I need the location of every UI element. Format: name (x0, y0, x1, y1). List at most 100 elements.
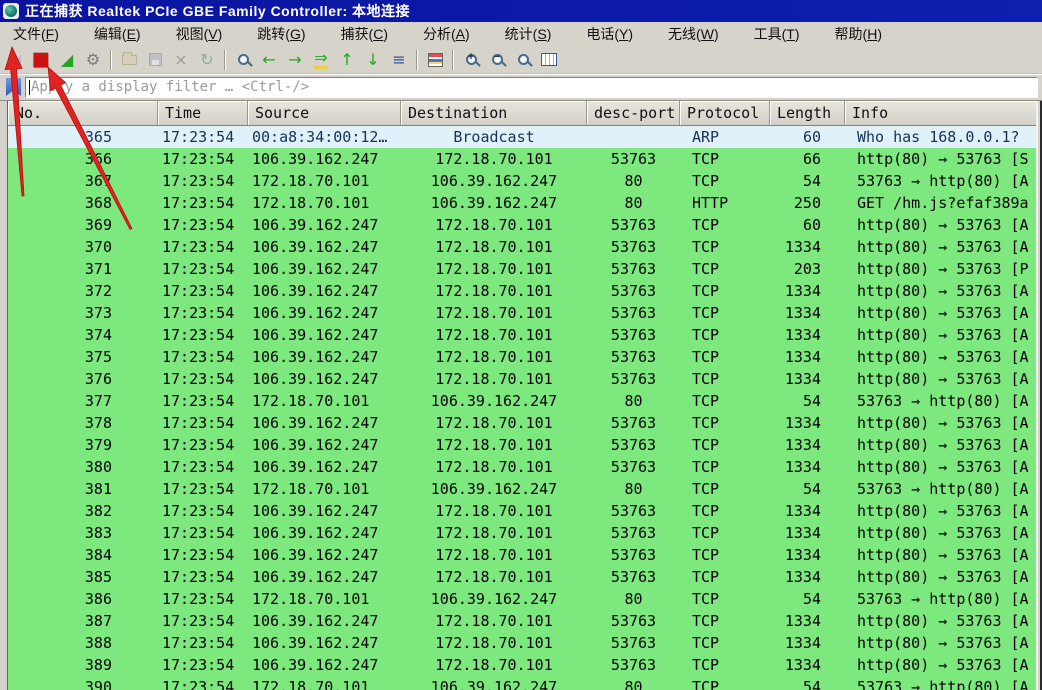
packet-row-387[interactable]: 38717:23:54106.39.162.247172.18.70.10153… (8, 610, 1036, 632)
cell-port: 80 (587, 588, 680, 610)
column-header-time[interactable]: Time (158, 101, 248, 125)
packet-row-374[interactable]: 37417:23:54106.39.162.247172.18.70.10153… (8, 324, 1036, 346)
packet-row-389[interactable]: 38917:23:54106.39.162.247172.18.70.10153… (8, 654, 1036, 676)
go-to-packet-button[interactable]: ⇒ (308, 48, 334, 72)
cell-info: 53763 → http(80) [A (845, 478, 1036, 500)
find-packet-button[interactable] (230, 48, 256, 72)
column-header-source[interactable]: Source (248, 101, 401, 125)
menu-item-4[interactable]: 跳转(G) (248, 22, 314, 46)
cell-length: 1334 (770, 544, 845, 566)
packet-row-384[interactable]: 38417:23:54106.39.162.247172.18.70.10153… (8, 544, 1036, 566)
go-forward-button[interactable]: → (282, 48, 308, 72)
packet-row-372[interactable]: 37217:23:54106.39.162.247172.18.70.10153… (8, 280, 1036, 302)
packet-row-388[interactable]: 38817:23:54106.39.162.247172.18.70.10153… (8, 632, 1036, 654)
save-file-button (142, 48, 168, 72)
zoom-original-button[interactable] (510, 48, 536, 72)
cell-destination: 172.18.70.101 (401, 368, 587, 390)
column-header-info[interactable]: Info (845, 101, 1036, 125)
packet-row-370[interactable]: 37017:23:54106.39.162.247172.18.70.10153… (8, 236, 1036, 258)
menu-item-2[interactable]: 编辑(E) (85, 22, 150, 46)
cell-info: Who has 168.0.0.1? (845, 126, 1036, 148)
packet-row-373[interactable]: 37317:23:54106.39.162.247172.18.70.10153… (8, 302, 1036, 324)
cell-port: 80 (587, 676, 680, 690)
resize-columns-button[interactable] (536, 48, 562, 72)
text-caret-icon (29, 80, 30, 95)
cell-port: 53763 (587, 258, 680, 280)
cell-time: 17:23:54 (158, 280, 248, 302)
column-header-protocol[interactable]: Protocol (680, 101, 770, 125)
packet-row-369[interactable]: 36917:23:54106.39.162.247172.18.70.10153… (8, 214, 1036, 236)
filter-bookmark-icon[interactable] (6, 78, 21, 96)
cell-source: 106.39.162.247 (248, 610, 401, 632)
menu-item-1[interactable]: 文件(F) (4, 22, 68, 46)
toolbar-separator (110, 50, 112, 70)
cell-port: 53763 (587, 544, 680, 566)
packet-row-382[interactable]: 38217:23:54106.39.162.247172.18.70.10153… (8, 500, 1036, 522)
packet-row-385[interactable]: 38517:23:54106.39.162.247172.18.70.10153… (8, 566, 1036, 588)
packet-row-378[interactable]: 37817:23:54106.39.162.247172.18.70.10153… (8, 412, 1036, 434)
toolbar-separator (416, 50, 418, 70)
toolbar-separator (452, 50, 454, 70)
packet-row-377[interactable]: 37717:23:54172.18.70.101106.39.162.24780… (8, 390, 1036, 412)
cell-no: 387 (8, 610, 158, 632)
cell-time: 17:23:54 (158, 632, 248, 654)
cell-source: 106.39.162.247 (248, 544, 401, 566)
packet-row-366[interactable]: 36617:23:54106.39.162.247172.18.70.10153… (8, 148, 1036, 170)
packet-row-365[interactable]: 36517:23:5400:a8:34:00:12…BroadcastARP60… (8, 126, 1036, 148)
auto-scroll-icon: ≡ (392, 52, 405, 68)
cell-length: 1334 (770, 324, 845, 346)
display-filter-input[interactable]: Apply a display filter … <Ctrl-/> (25, 77, 1038, 98)
cell-source: 106.39.162.247 (248, 236, 401, 258)
menu-item-9[interactable]: 无线(W) (659, 22, 728, 46)
cell-no: 371 (8, 258, 158, 280)
column-header-desc-port[interactable]: desc-port (587, 101, 680, 125)
packet-row-383[interactable]: 38317:23:54106.39.162.247172.18.70.10153… (8, 522, 1036, 544)
packet-row-376[interactable]: 37617:23:54106.39.162.247172.18.70.10153… (8, 368, 1036, 390)
packet-row-380[interactable]: 38017:23:54106.39.162.247172.18.70.10153… (8, 456, 1036, 478)
cell-no: 367 (8, 170, 158, 192)
stop-capture-button[interactable]: ■ (28, 48, 54, 72)
packet-row-375[interactable]: 37517:23:54106.39.162.247172.18.70.10153… (8, 346, 1036, 368)
zoom-out-button[interactable] (484, 48, 510, 72)
menu-item-10[interactable]: 工具(T) (745, 22, 809, 46)
packet-row-390[interactable]: 39017:23:54172.18.70.101106.39.162.24780… (8, 676, 1036, 690)
cell-no: 369 (8, 214, 158, 236)
cell-no: 389 (8, 654, 158, 676)
magnifier-icon (238, 54, 249, 65)
cell-destination: Broadcast (401, 126, 587, 148)
packet-row-367[interactable]: 36717:23:54172.18.70.101106.39.162.24780… (8, 170, 1036, 192)
cell-info: http(80) → 53763 [A (845, 610, 1036, 632)
restart-capture-button[interactable]: ◢ (54, 48, 80, 72)
capture-options-button[interactable]: ⚙ (80, 48, 106, 72)
column-header-no-[interactable]: No. (8, 101, 158, 125)
zoom-in-button[interactable] (458, 48, 484, 72)
colorize-packets-button[interactable] (422, 48, 448, 72)
auto-scroll-button[interactable]: ≡ (386, 48, 412, 72)
cell-no: 378 (8, 412, 158, 434)
column-header-destination[interactable]: Destination (401, 101, 587, 125)
column-header-length[interactable]: Length (770, 101, 845, 125)
cell-protocol: TCP (680, 588, 770, 610)
menu-item-11[interactable]: 帮助(H) (826, 22, 891, 46)
menu-item-6[interactable]: 分析(A) (414, 22, 479, 46)
menu-item-8[interactable]: 电话(Y) (577, 22, 642, 46)
magnifier-reset-icon (518, 54, 529, 65)
packet-row-368[interactable]: 36817:23:54172.18.70.101106.39.162.24780… (8, 192, 1036, 214)
cell-no: 372 (8, 280, 158, 302)
cell-port: 80 (587, 478, 680, 500)
go-to-top-button[interactable]: ↑ (334, 48, 360, 72)
reload-capture-button: ↻ (194, 48, 220, 72)
packet-row-386[interactable]: 38617:23:54172.18.70.101106.39.162.24780… (8, 588, 1036, 610)
go-back-button[interactable]: ← (256, 48, 282, 72)
go-to-bottom-button[interactable]: ↓ (360, 48, 386, 72)
cell-destination: 172.18.70.101 (401, 632, 587, 654)
menu-item-7[interactable]: 统计(S) (496, 22, 561, 46)
menu-item-5[interactable]: 捕获(C) (332, 22, 397, 46)
cell-time: 17:23:54 (158, 258, 248, 280)
packet-row-381[interactable]: 38117:23:54172.18.70.101106.39.162.24780… (8, 478, 1036, 500)
cell-length: 250 (770, 192, 845, 214)
packet-row-379[interactable]: 37917:23:54106.39.162.247172.18.70.10153… (8, 434, 1036, 456)
packet-row-371[interactable]: 37117:23:54106.39.162.247172.18.70.10153… (8, 258, 1036, 280)
menu-bar: 文件(F) 编辑(E) 视图(V) 跳转(G) 捕获(C) 分析(A) 统计(S) 电话(Y)… (0, 22, 1042, 46)
menu-item-3[interactable]: 视图(V) (167, 22, 232, 46)
